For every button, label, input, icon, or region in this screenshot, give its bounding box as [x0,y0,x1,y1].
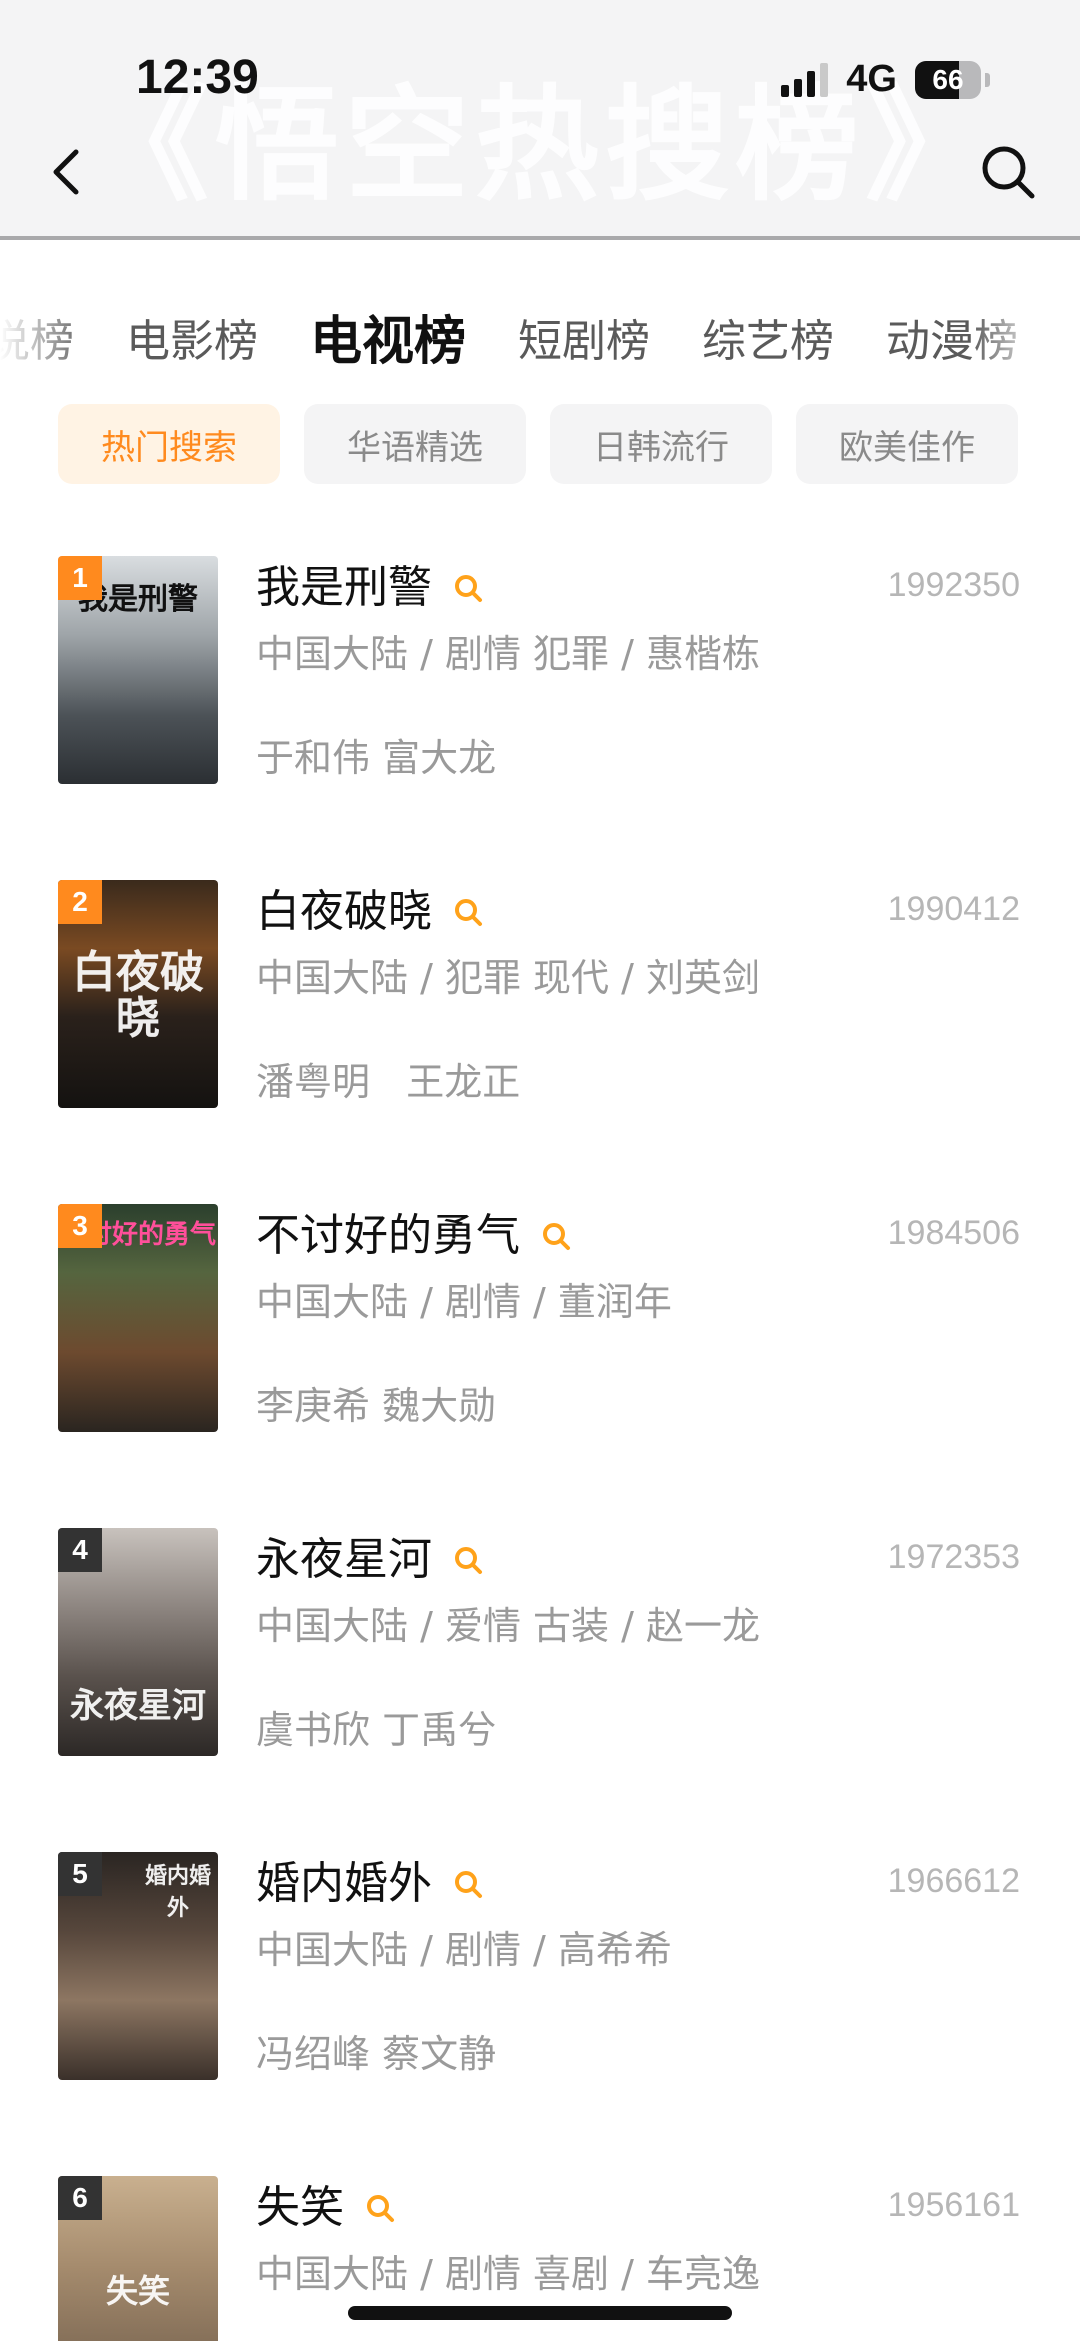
search-icon[interactable] [540,1220,572,1252]
tab-5[interactable]: 综艺榜 [702,306,834,378]
search-icon[interactable] [452,1868,484,1900]
top-header: 《悟空热搜榜》 12:39 4G 66 [0,0,1080,240]
poster-title-art: 白夜破晓 [72,947,204,1044]
item-title: 婚内婚外 [256,1858,432,1909]
rank-badge: 6 [58,2176,102,2220]
item-cast: 虞书欣 丁禹兮 [256,1708,497,1752]
item-cast: 李庚希 魏大勋 [256,1384,497,1428]
category-tabs: 说榜电影榜电视榜短剧榜综艺榜动漫榜 [0,248,1080,418]
item-title-row[interactable]: 白夜破晓 [256,882,484,942]
poster-image[interactable]: 不讨好的勇气 3 [58,1204,218,1432]
poster-image[interactable]: 我是刑警 1 [58,556,218,784]
list-item[interactable]: 我是刑警 1 我是刑警 1992350 中国大陆 / 剧情 犯罪 / 惠楷栋 于… [0,556,1080,786]
rank-badge: 2 [58,880,102,924]
search-icon[interactable] [452,572,484,604]
search-icon[interactable] [364,2192,396,2224]
sub-tab-1[interactable]: 热门搜索 [58,404,280,484]
item-title: 永夜星河 [256,1534,432,1585]
rank-badge: 5 [58,1852,102,1896]
item-cast: 潘粤明 王龙正 [256,1060,521,1104]
home-indicator [348,2306,732,2320]
poster-title-art: 婚内婚外 [144,1863,211,1921]
sub-tab-4[interactable]: 欧美佳作 [796,404,1018,484]
item-meta: 中国大陆 / 剧情 喜剧 / 车亮逸 [256,2252,761,2296]
tabs-fade-right [970,248,1080,418]
tab-4[interactable]: 短剧榜 [518,306,650,378]
back-button[interactable] [44,140,92,204]
item-title: 我是刑警 [256,562,432,613]
battery-icon: 66 [915,60,981,99]
heat-score: 1992350 [887,566,1020,604]
item-meta: 中国大陆 / 剧情 / 高希希 [256,1928,672,1972]
list-item[interactable]: 婚内婚外 5 婚内婚外 1966612 中国大陆 / 剧情 / 高希希 冯绍峰 … [0,1852,1080,2082]
item-title-row[interactable]: 不讨好的勇气 [256,1206,572,1266]
network-type: 4G [846,58,897,100]
item-title: 白夜破晓 [256,886,432,937]
search-icon [982,146,1035,199]
item-title-row[interactable]: 我是刑警 [256,558,484,618]
item-cast: 于和伟 富大龙 [256,736,497,780]
item-title-row[interactable]: 婚内婚外 [256,1854,484,1914]
item-title-row[interactable]: 永夜星河 [256,1530,484,1590]
rank-badge: 1 [58,556,102,600]
poster-image[interactable]: 白夜破晓 2 [58,880,218,1108]
list-item[interactable]: 不讨好的勇气 3 不讨好的勇气 1984506 中国大陆 / 剧情 / 董润年 … [0,1204,1080,1434]
search-button[interactable] [978,142,1038,202]
heat-score: 1972353 [887,1538,1020,1576]
sub-tabs: 热门搜索 华语精选 日韩流行 欧美佳作 [58,404,1018,484]
rank-badge: 3 [58,1204,102,1248]
poster-image[interactable]: 婚内婚外 5 [58,1852,218,2080]
rank-badge: 4 [58,1528,102,1572]
poster-title-art: 失笑 [105,2272,170,2310]
sub-tab-2[interactable]: 华语精选 [304,404,526,484]
battery-level: 66 [932,63,964,95]
list-item[interactable]: 永夜星河 4 永夜星河 1972353 中国大陆 / 爱情 古装 / 赵一龙 虞… [0,1528,1080,1758]
poster-image[interactable]: 永夜星河 4 [58,1528,218,1756]
poster-image[interactable]: 失笑 6 [58,2176,218,2341]
tab-2[interactable]: 电影榜 [126,306,258,378]
search-icon[interactable] [452,1544,484,1576]
heat-score: 1956161 [887,2186,1020,2224]
heat-score: 1966612 [887,1862,1020,1900]
item-title-row[interactable]: 失笑 [256,2178,396,2238]
item-meta: 中国大陆 / 剧情 犯罪 / 惠楷栋 [256,632,761,676]
list-item[interactable]: 白夜破晓 2 白夜破晓 1990412 中国大陆 / 犯罪 现代 / 刘英剑 潘… [0,880,1080,1110]
item-title: 不讨好的勇气 [256,1210,520,1261]
status-time: 12:39 [136,51,259,104]
tabs-fade-left [0,248,90,418]
search-icon[interactable] [452,896,484,928]
tab-3[interactable]: 电视榜 [310,306,466,378]
item-meta: 中国大陆 / 剧情 / 董润年 [256,1280,672,1324]
item-title: 失笑 [256,2182,344,2233]
sub-tab-3[interactable]: 日韩流行 [550,404,772,484]
item-meta: 中国大陆 / 犯罪 现代 / 刘英剑 [256,956,761,1000]
chevron-left-icon [53,149,79,195]
poster-title-art: 永夜星河 [70,1686,206,1726]
status-indicators: 4G 66 [781,58,990,101]
item-meta: 中国大陆 / 爱情 古装 / 赵一龙 [256,1604,761,1648]
category-tab-strip: 说榜电影榜电视榜短剧榜综艺榜动漫榜 [0,306,1018,378]
item-cast: 冯绍峰 蔡文静 [256,2032,497,2076]
heat-score: 1990412 [887,890,1020,928]
heat-score: 1984506 [887,1214,1020,1252]
battery-cap [985,72,990,87]
header-divider [0,236,1080,240]
signal-icon [781,62,829,97]
